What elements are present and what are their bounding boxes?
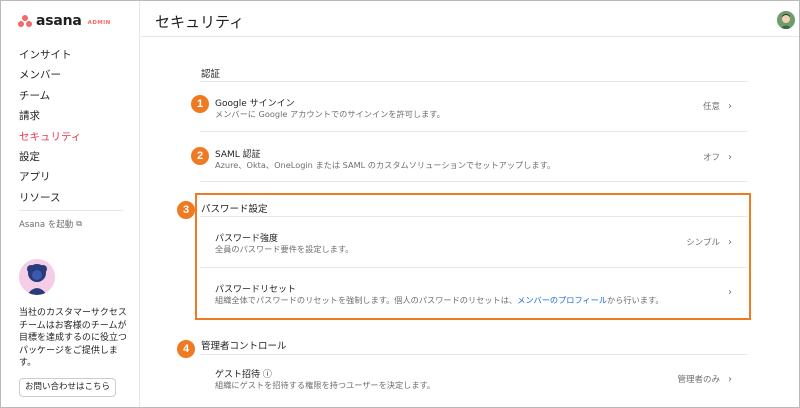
guest-invite-desc: 組織にゲストを招待する権限を持つユーザーを決定します。 xyxy=(215,380,436,390)
sidebar-item-apps[interactable]: アプリ xyxy=(19,169,81,189)
google-signin-value[interactable]: 任意 › xyxy=(702,100,732,113)
sidebar-item-resources[interactable]: リソース xyxy=(19,190,81,210)
google-signin-value-text: 任意 xyxy=(702,102,720,112)
password-reset-value[interactable]: › xyxy=(728,287,732,298)
sidebar-divider xyxy=(19,210,123,211)
sidebar-item-teams[interactable]: チーム xyxy=(19,88,81,108)
asana-logo[interactable]: asana ADMIN xyxy=(18,13,111,29)
external-link-icon: ⧉ xyxy=(76,219,82,228)
customer-success-avatar xyxy=(19,259,55,295)
guest-invite-value-text: 管理者のみ xyxy=(677,375,720,385)
section-title-password: パスワード設定 xyxy=(201,204,268,215)
sidebar-nav: インサイト メンバー チーム 請求 セキュリティ 設定 アプリ リソース xyxy=(19,47,81,210)
password-strength-value-text: シンプル xyxy=(686,238,720,248)
user-avatar[interactable] xyxy=(777,11,795,29)
sidebar-item-security[interactable]: セキュリティ xyxy=(19,129,81,149)
google-signin-row[interactable]: Google サインイン メンバーに Google アカウントでのサインインを許… xyxy=(200,82,748,130)
sidebar-item-billing[interactable]: 請求 xyxy=(19,108,81,128)
saml-value-text: オフ xyxy=(702,153,720,163)
divider xyxy=(200,181,748,182)
page-title: セキュリティ xyxy=(155,13,245,31)
password-strength-desc: 全員のパスワード要件を設定します。 xyxy=(215,244,354,254)
callout-badge-3: 3 xyxy=(177,201,195,219)
member-profile-link[interactable]: メンバーのプロフィール xyxy=(517,295,607,305)
header-divider xyxy=(141,36,799,37)
admin-label: ADMIN xyxy=(87,19,111,26)
contact-us-button[interactable]: お問い合わせはこちら xyxy=(19,378,116,397)
customer-success-text: 当社のカスタマーサクセスチームはお客様のチームが目標を達成するのに役立つパッケー… xyxy=(19,308,128,368)
google-signin-desc: メンバーに Google アカウントでのサインインを許可します。 xyxy=(215,109,445,119)
guest-invite-row[interactable]: ゲスト招待 ⓘ 組織にゲストを招待する権限を持つユーザーを決定します。 管理者の… xyxy=(200,355,748,405)
sidebar-item-settings[interactable]: 設定 xyxy=(19,149,81,169)
section-title-admin: 管理者コントロール xyxy=(201,341,287,352)
chevron-right-icon: › xyxy=(728,236,732,248)
callout-badge-4: 4 xyxy=(177,340,195,358)
password-reset-desc-suffix: から行います。 xyxy=(607,295,664,305)
logo-text: asana xyxy=(36,13,82,29)
chevron-right-icon: › xyxy=(728,373,732,385)
password-reset-desc-text: 組織全体でパスワードのリセットを強制します。個人のパスワードのリセットは、 xyxy=(215,295,518,305)
launch-asana-link[interactable]: Asana を起動 ⧉ xyxy=(19,218,82,230)
password-reset-desc: 組織全体でパスワードのリセットを強制します。個人のパスワードのリセットは、メンバ… xyxy=(215,294,664,306)
sidebar-item-members[interactable]: メンバー xyxy=(19,67,81,87)
saml-row[interactable]: SAML 認証 Azure、Okta、OneLogin または SAML のカス… xyxy=(200,132,748,180)
guest-invite-value[interactable]: 管理者のみ › xyxy=(677,373,732,386)
chevron-right-icon: › xyxy=(728,151,732,163)
chevron-right-icon: › xyxy=(728,287,732,298)
sidebar-item-insights[interactable]: インサイト xyxy=(19,47,81,67)
chevron-right-icon: › xyxy=(728,100,732,112)
asana-logo-icon xyxy=(18,15,32,27)
saml-desc: Azure、Okta、OneLogin または SAML のカスタムソリューショ… xyxy=(215,160,556,170)
password-strength-row[interactable]: パスワード強度 全員のパスワード要件を設定します。 シンプル › xyxy=(200,217,748,267)
section-title-auth: 認証 xyxy=(201,69,221,80)
password-reset-row[interactable]: パスワードリセット 組織全体でパスワードのリセットを強制します。個人のパスワード… xyxy=(200,268,748,318)
sidebar: asana ADMIN インサイト メンバー チーム 請求 セキュリティ 設定 … xyxy=(1,1,140,407)
saml-value[interactable]: オフ › xyxy=(702,151,732,164)
password-strength-value[interactable]: シンプル › xyxy=(686,236,732,249)
launch-label: Asana を起動 xyxy=(19,220,74,230)
